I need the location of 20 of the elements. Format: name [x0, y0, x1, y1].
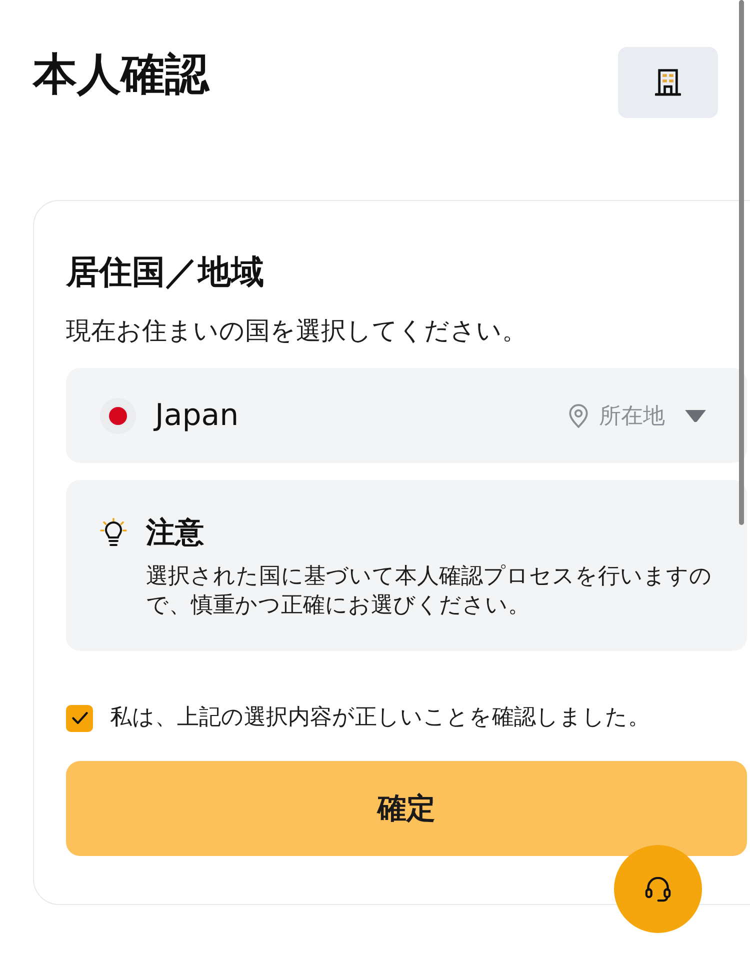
section-description: 現在お住まいの国を選択してください。	[66, 315, 528, 347]
building-icon	[655, 69, 681, 96]
confirm-button[interactable]: 確定	[66, 761, 747, 856]
lightbulb-icon	[100, 518, 127, 546]
notice-title: 注意	[146, 515, 204, 549]
country-name: Japan	[155, 398, 239, 433]
flag-icon	[100, 398, 136, 434]
notice-text: 選択された国に基づいて本人確認プロセスを行いますので、慎重かつ正確にお選びください。	[146, 563, 713, 620]
location-pin-icon	[569, 404, 588, 428]
country-select[interactable]: Japan 所在地	[66, 368, 747, 463]
business-button[interactable]	[618, 47, 718, 118]
check-icon	[72, 712, 88, 724]
agreement-label: 私は、上記の選択内容が正しいことを確認しました。	[110, 704, 650, 732]
location-label: 所在地	[599, 402, 665, 430]
scroll-bar[interactable]	[739, 0, 744, 525]
section-heading: 居住国／地域	[66, 252, 265, 292]
headset-icon	[645, 876, 671, 902]
page-title: 本人確認	[33, 49, 209, 101]
agreement-checkbox[interactable]	[66, 704, 93, 732]
caret-icon	[685, 410, 706, 422]
